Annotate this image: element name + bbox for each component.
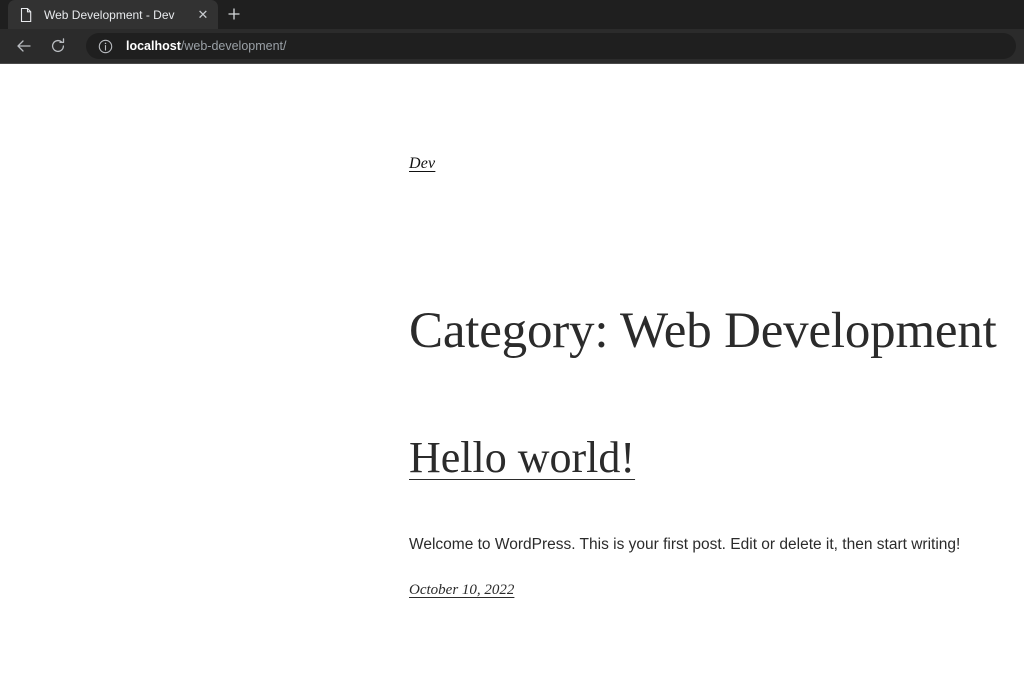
back-button[interactable] (10, 32, 38, 60)
content-column: Dev Category: Web Development Hello worl… (409, 64, 1009, 600)
browser-chrome: Web Development - Dev ✕ localhost/web-de… (0, 0, 1024, 64)
new-tab-button[interactable] (220, 0, 248, 28)
archive-page-title: Category: Web Development (409, 303, 997, 359)
tab-close-icon[interactable]: ✕ (194, 6, 212, 24)
post-title: Hello world! (409, 360, 1009, 483)
tab-strip: Web Development - Dev ✕ (0, 0, 1024, 29)
page-favicon-icon (18, 7, 34, 23)
site-branding: Dev (409, 64, 1009, 174)
reload-icon (51, 38, 65, 53)
post-excerpt: Welcome to WordPress. This is your first… (409, 536, 961, 553)
url-text: localhost/web-development/ (126, 39, 287, 53)
browser-tab-active[interactable]: Web Development - Dev ✕ (8, 0, 218, 29)
site-title-link[interactable]: Dev (409, 155, 435, 172)
plus-icon (228, 8, 240, 20)
url-host: localhost (126, 39, 181, 53)
post-date-link[interactable]: October 10, 2022 (409, 582, 514, 598)
address-bar[interactable]: localhost/web-development/ (86, 33, 1016, 59)
info-circle-icon[interactable] (96, 37, 114, 55)
post-title-link[interactable]: Hello world! (409, 433, 635, 482)
back-arrow-icon (17, 40, 31, 52)
browser-toolbar: localhost/web-development/ (0, 29, 1024, 64)
page-viewport: Dev Category: Web Development Hello worl… (0, 64, 1024, 675)
url-path: /web-development/ (180, 39, 287, 53)
post-meta: October 10, 2022 (409, 557, 1009, 600)
tab-title: Web Development - Dev (44, 7, 175, 22)
reload-button[interactable] (44, 32, 72, 60)
